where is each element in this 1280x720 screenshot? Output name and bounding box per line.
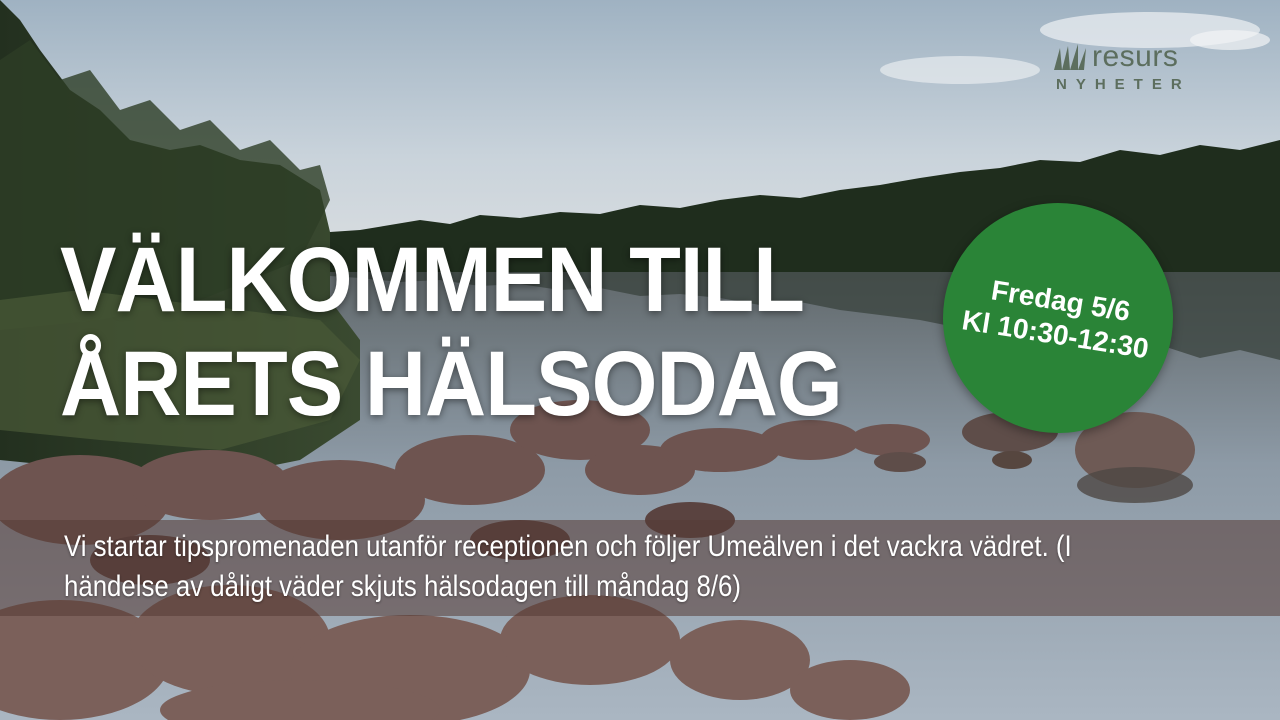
grass-logo-icon: [1054, 44, 1086, 70]
resurs-nyheter-logo: resurs NYHETER: [1052, 40, 1222, 100]
info-banner-text: Vi startar tipspromenaden utanför recept…: [64, 530, 1072, 603]
headline-line-2: ÅRETS HÄLSODAG: [60, 333, 843, 435]
headline: VÄLKOMMEN TILL ÅRETS HÄLSODAG: [60, 228, 843, 436]
headline-line-1: VÄLKOMMEN TILL: [60, 229, 805, 331]
logo-wordmark: resurs: [1092, 40, 1179, 73]
logo-subtitle: NYHETER: [1056, 76, 1191, 93]
